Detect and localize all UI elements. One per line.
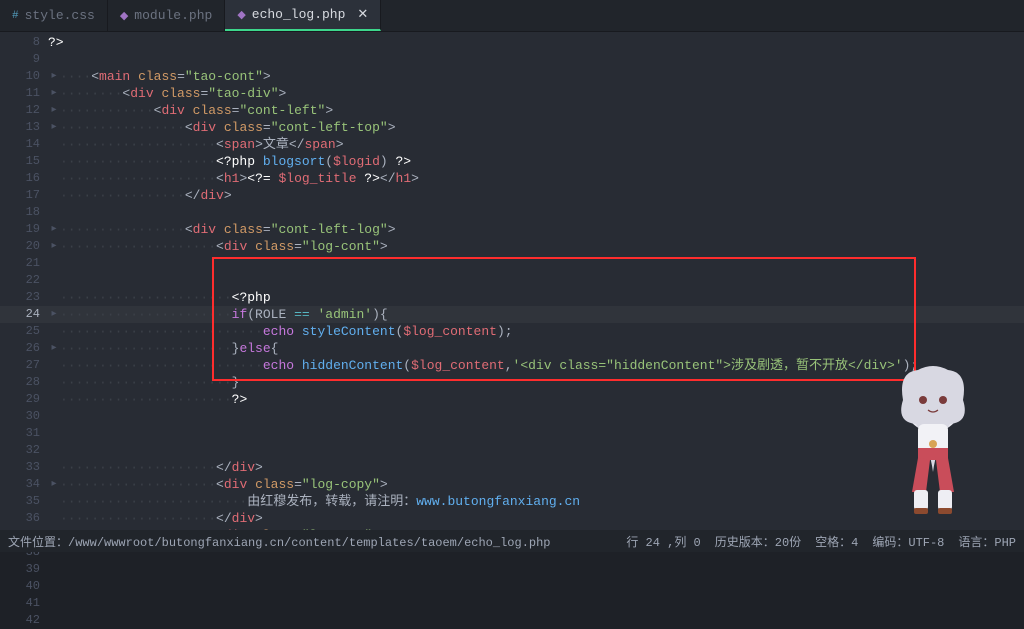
line-number: 41 bbox=[0, 595, 48, 612]
status-language[interactable]: 语言：PHP bbox=[958, 533, 1016, 550]
tab-label: module.php bbox=[134, 8, 212, 23]
status-indent[interactable]: 空格：4 bbox=[815, 533, 858, 550]
line-number: 36 bbox=[0, 510, 48, 527]
status-encoding[interactable]: 编码：UTF-8 bbox=[872, 533, 944, 550]
file-icon: ◆ bbox=[237, 8, 245, 22]
code-line[interactable]: ▸····················<div class="log-con… bbox=[48, 238, 1024, 255]
code-line[interactable]: ····················</div> bbox=[48, 459, 1024, 476]
file-icon: # bbox=[12, 10, 19, 22]
code-line[interactable]: ··························echo styleCont… bbox=[48, 323, 1024, 340]
tab-style-css[interactable]: # style.css bbox=[0, 0, 108, 31]
tab-module-php[interactable]: ◆ module.php bbox=[108, 0, 225, 31]
line-number: 25 bbox=[0, 323, 48, 340]
code-line[interactable]: ····················<span>文章</span> bbox=[48, 136, 1024, 153]
line-number: 31 bbox=[0, 425, 48, 442]
line-number: 11 bbox=[0, 85, 48, 102]
line-number: 13 bbox=[0, 119, 48, 136]
status-cursor-position[interactable]: 行 24 ,列 0 bbox=[626, 533, 700, 550]
tab-label: echo_log.php bbox=[252, 7, 346, 22]
line-number: 12 bbox=[0, 102, 48, 119]
line-number: 39 bbox=[0, 561, 48, 578]
line-number: 18 bbox=[0, 204, 48, 221]
editor[interactable]: 8910111213141516171819202122232425262728… bbox=[0, 32, 1024, 530]
line-number: 21 bbox=[0, 255, 48, 272]
tab-echo_log-php[interactable]: ◆ echo_log.php ✕ bbox=[225, 0, 381, 31]
code-line[interactable]: ▸······················}else{ bbox=[48, 340, 1024, 357]
line-number: 16 bbox=[0, 170, 48, 187]
code-line[interactable]: ▸················<div class="cont-left-l… bbox=[48, 221, 1024, 238]
line-number: 8 bbox=[0, 34, 48, 51]
line-number: 35 bbox=[0, 493, 48, 510]
code-line[interactable]: ················</div> bbox=[48, 187, 1024, 204]
code-line[interactable]: ····················</div> bbox=[48, 510, 1024, 527]
code-line[interactable]: ?> bbox=[48, 34, 1024, 51]
line-number: 23 bbox=[0, 289, 48, 306]
line-number: 29 bbox=[0, 391, 48, 408]
line-number: 14 bbox=[0, 136, 48, 153]
line-number: 19 bbox=[0, 221, 48, 238]
line-number: 40 bbox=[0, 578, 48, 595]
code-line[interactable]: ····················<h1><?= $log_title ?… bbox=[48, 170, 1024, 187]
line-number: 27 bbox=[0, 357, 48, 374]
line-number-gutter: 8910111213141516171819202122232425262728… bbox=[0, 32, 48, 530]
status-filepath[interactable]: 文件位置：/www/wwwroot/butongfanxiang.cn/cont… bbox=[8, 533, 551, 550]
code-line[interactable] bbox=[48, 255, 1024, 272]
line-number: 28 bbox=[0, 374, 48, 391]
tab-bar: # style.css ◆ module.php ◆ echo_log.php ✕ bbox=[0, 0, 1024, 32]
line-number: 26 bbox=[0, 340, 48, 357]
code-line[interactable] bbox=[48, 51, 1024, 68]
line-number: 42 bbox=[0, 612, 48, 629]
code-line[interactable]: ▸······················if(ROLE == 'admin… bbox=[48, 306, 1024, 323]
code-line[interactable] bbox=[48, 204, 1024, 221]
line-number: 33 bbox=[0, 459, 48, 476]
line-number: 20 bbox=[0, 238, 48, 255]
code-line[interactable] bbox=[48, 272, 1024, 289]
line-number: 15 bbox=[0, 153, 48, 170]
line-number: 10 bbox=[0, 68, 48, 85]
code-line[interactable]: ······················?> bbox=[48, 391, 1024, 408]
line-number: 9 bbox=[0, 51, 48, 68]
code-line[interactable]: ▸················<div class="cont-left-t… bbox=[48, 119, 1024, 136]
line-number: 30 bbox=[0, 408, 48, 425]
code-line[interactable]: ······················} bbox=[48, 374, 1024, 391]
status-bar: 文件位置：/www/wwwroot/butongfanxiang.cn/cont… bbox=[0, 530, 1024, 552]
code-line[interactable] bbox=[48, 442, 1024, 459]
code-line[interactable]: ······················<?php bbox=[48, 289, 1024, 306]
code-line[interactable]: ▸····················<div class="log-cop… bbox=[48, 476, 1024, 493]
tab-label: style.css bbox=[25, 8, 95, 23]
line-number: 32 bbox=[0, 442, 48, 459]
line-number: 17 bbox=[0, 187, 48, 204]
line-number: 24 bbox=[0, 306, 48, 323]
code-line[interactable]: ························由红穆发布，转载，请注明：www… bbox=[48, 493, 1024, 510]
code-line[interactable] bbox=[48, 425, 1024, 442]
file-icon: ◆ bbox=[120, 9, 128, 23]
code-line[interactable]: ▸········<div class="tao-div"> bbox=[48, 85, 1024, 102]
code-line[interactable]: ▸····<main class="tao-cont"> bbox=[48, 68, 1024, 85]
code-line[interactable]: ····················<?php blogsort($logi… bbox=[48, 153, 1024, 170]
code-line[interactable]: ··························echo hiddenCon… bbox=[48, 357, 1024, 374]
status-history[interactable]: 历史版本：20份 bbox=[715, 533, 801, 550]
close-icon[interactable]: ✕ bbox=[357, 7, 368, 22]
code-area[interactable]: ?> ▸····<main class="tao-cont">▸········<… bbox=[48, 32, 1024, 530]
code-line[interactable] bbox=[48, 408, 1024, 425]
code-line[interactable]: ▸············<div class="cont-left"> bbox=[48, 102, 1024, 119]
line-number: 22 bbox=[0, 272, 48, 289]
line-number: 34 bbox=[0, 476, 48, 493]
